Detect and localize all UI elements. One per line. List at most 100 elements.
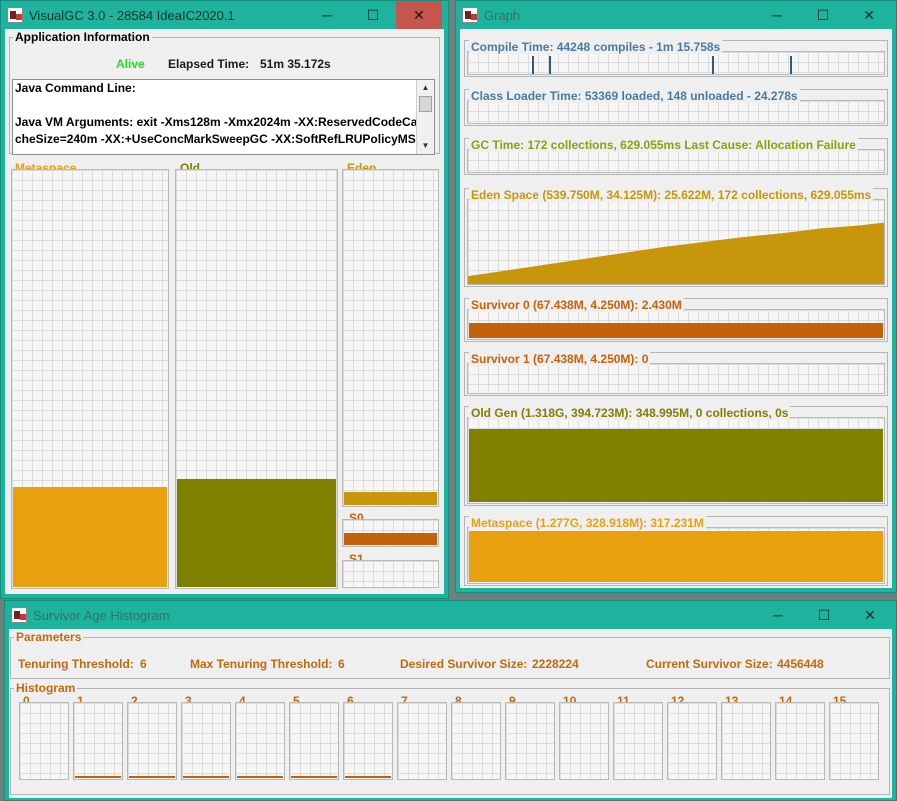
histogram-window: Survivor Age Histogram ─ ☐ ✕ Parameters …	[4, 600, 897, 801]
maximize-icon: ☐	[817, 606, 831, 623]
current-survivor-size-label: Current Survivor Size:	[646, 657, 773, 671]
histogram-legend: Histogram	[16, 681, 76, 695]
compile-spike	[790, 56, 792, 74]
old-space	[175, 169, 338, 589]
app-info-legend: Application Information	[15, 30, 150, 44]
minimize-button[interactable]: ─	[755, 601, 801, 629]
close-button[interactable]: ✕	[396, 1, 442, 29]
visualgc-window-title: VisualGC 3.0 - 28584 IdeaIC2020.1	[29, 8, 235, 23]
metaspace-graph-fill	[469, 531, 883, 582]
histogram-bin	[775, 702, 825, 780]
close-button[interactable]: ✕	[846, 1, 892, 29]
visualgc-window: VisualGC 3.0 - 28584 IdeaIC2020.1 ─ ☐ ✕ …	[0, 0, 449, 599]
histogram-bin	[235, 702, 285, 780]
max-tenuring-threshold-value: 6	[338, 657, 345, 671]
app-icon	[7, 7, 23, 23]
survivor0-graph-plot	[467, 309, 885, 340]
compile-time-title: Compile Time: 44248 compiles - 1m 15.758…	[469, 40, 723, 54]
eden-sawtooth	[468, 222, 884, 284]
gc-time-plot	[467, 149, 885, 173]
histogram-bin	[19, 702, 69, 780]
cmd-line-0: Java Command Line:	[15, 81, 136, 95]
survivor1-graph-plot	[467, 363, 885, 394]
histogram-bin	[343, 702, 393, 780]
eden-fill	[344, 491, 437, 505]
histogram-bin	[73, 702, 123, 780]
tenuring-threshold-value: 6	[140, 657, 147, 671]
maximize-button[interactable]: ☐	[350, 1, 396, 29]
command-line-textarea[interactable]: Java Command Line: Java VM Arguments: ex…	[12, 79, 435, 155]
class-loader-plot	[467, 100, 885, 124]
histogram-bin-fill	[345, 776, 391, 778]
parameters-group: Parameters Tenuring Threshold: 6 Max Ten…	[10, 631, 890, 679]
metaspace-space	[11, 169, 169, 589]
command-line-scrollbar[interactable]: ▲ ▼	[416, 80, 434, 154]
compile-spike	[712, 56, 714, 74]
old-gen-graph-panel: Old Gen (1.318G, 394.723M): 348.995M, 0 …	[464, 406, 888, 506]
gc-time-panel: GC Time: 172 collections, 629.055ms Last…	[464, 138, 888, 175]
cmd-line-3: cheSize=240m -XX:+UseConcMarkSweepGC -XX…	[15, 132, 424, 146]
histogram-bin	[613, 702, 663, 780]
elapsed-label: Elapsed Time:	[168, 57, 250, 71]
s0-fill	[344, 533, 437, 545]
minimize-button[interactable]: ─	[754, 1, 800, 29]
tenuring-threshold-label: Tenuring Threshold:	[18, 657, 134, 671]
class-loader-panel: Class Loader Time: 53369 loaded, 148 unl…	[464, 89, 888, 126]
desired-survivor-size-label: Desired Survivor Size:	[400, 657, 528, 671]
graph-window-title: Graph	[484, 8, 521, 23]
survivor0-graph-fill	[469, 322, 883, 338]
compile-time-panel: Compile Time: 44248 compiles - 1m 15.758…	[464, 40, 888, 77]
visualgc-client: Application Information Alive Elapsed Ti…	[5, 29, 444, 594]
scroll-thumb[interactable]	[419, 96, 432, 112]
current-survivor-size-value: 4456448	[777, 657, 824, 671]
minimize-icon: ─	[772, 7, 782, 23]
s1-space	[342, 560, 439, 588]
metaspace-fill	[13, 487, 167, 587]
eden-graph-plot	[467, 199, 885, 285]
histogram-bin	[289, 702, 339, 780]
histogram-bin	[559, 702, 609, 780]
app-info-group: Application Information Alive Elapsed Ti…	[9, 30, 440, 155]
survivor1-graph-title: Survivor 1 (67.438M, 4.250M): 0	[469, 352, 651, 366]
compile-time-plot	[467, 51, 885, 75]
scroll-up-icon[interactable]: ▲	[417, 80, 434, 96]
histogram-bin	[721, 702, 771, 780]
graph-client: Compile Time: 44248 compiles - 1m 15.758…	[460, 29, 892, 588]
histogram-titlebar[interactable]: Survivor Age Histogram ─ ☐ ✕	[5, 601, 896, 629]
old-gen-graph-fill	[469, 428, 883, 502]
scroll-down-icon[interactable]: ▼	[417, 138, 434, 154]
close-button[interactable]: ✕	[847, 601, 893, 629]
compile-spike	[549, 56, 551, 74]
eden-space	[342, 169, 439, 507]
survivor0-graph-title: Survivor 0 (67.438M, 4.250M): 2.430M	[469, 298, 684, 312]
metaspace-graph-panel: Metaspace (1.277G, 328.918M): 317.231M	[464, 516, 888, 586]
maximize-icon: ☐	[366, 6, 380, 23]
s0-space	[342, 519, 439, 547]
desired-survivor-size-value: 2228224	[532, 657, 579, 671]
graph-titlebar[interactable]: Graph ─ ☐ ✕	[456, 1, 896, 29]
histogram-client: Parameters Tenuring Threshold: 6 Max Ten…	[9, 629, 892, 798]
old-gen-graph-plot	[467, 417, 885, 504]
old-gen-graph-title: Old Gen (1.318G, 394.723M): 348.995M, 0 …	[469, 406, 791, 420]
maximize-button[interactable]: ☐	[800, 1, 846, 29]
class-loader-title: Class Loader Time: 53369 loaded, 148 unl…	[469, 89, 800, 103]
histogram-bin	[505, 702, 555, 780]
maximize-button[interactable]: ☐	[801, 601, 847, 629]
histogram-bin-fill	[291, 776, 337, 778]
histogram-bins: 0 1 2 3 4 5 6 7 8 9 10 11 12 13 14 15	[11, 694, 889, 794]
histogram-bin	[397, 702, 447, 780]
histogram-bin	[181, 702, 231, 780]
gc-time-title: GC Time: 172 collections, 629.055ms Last…	[469, 138, 858, 152]
minimize-button[interactable]: ─	[304, 1, 350, 29]
compile-spike	[532, 56, 534, 74]
histogram-bin	[451, 702, 501, 780]
app-icon	[462, 7, 478, 23]
minimize-icon: ─	[322, 7, 332, 23]
elapsed-value: 51m 35.172s	[260, 57, 331, 71]
visualgc-titlebar[interactable]: VisualGC 3.0 - 28584 IdeaIC2020.1 ─ ☐ ✕	[1, 1, 448, 29]
cmd-line-1	[13, 97, 434, 114]
metaspace-graph-plot	[467, 527, 885, 584]
close-icon: ✕	[864, 606, 876, 623]
histogram-bin-fill	[183, 776, 229, 778]
status-alive: Alive	[116, 57, 145, 71]
